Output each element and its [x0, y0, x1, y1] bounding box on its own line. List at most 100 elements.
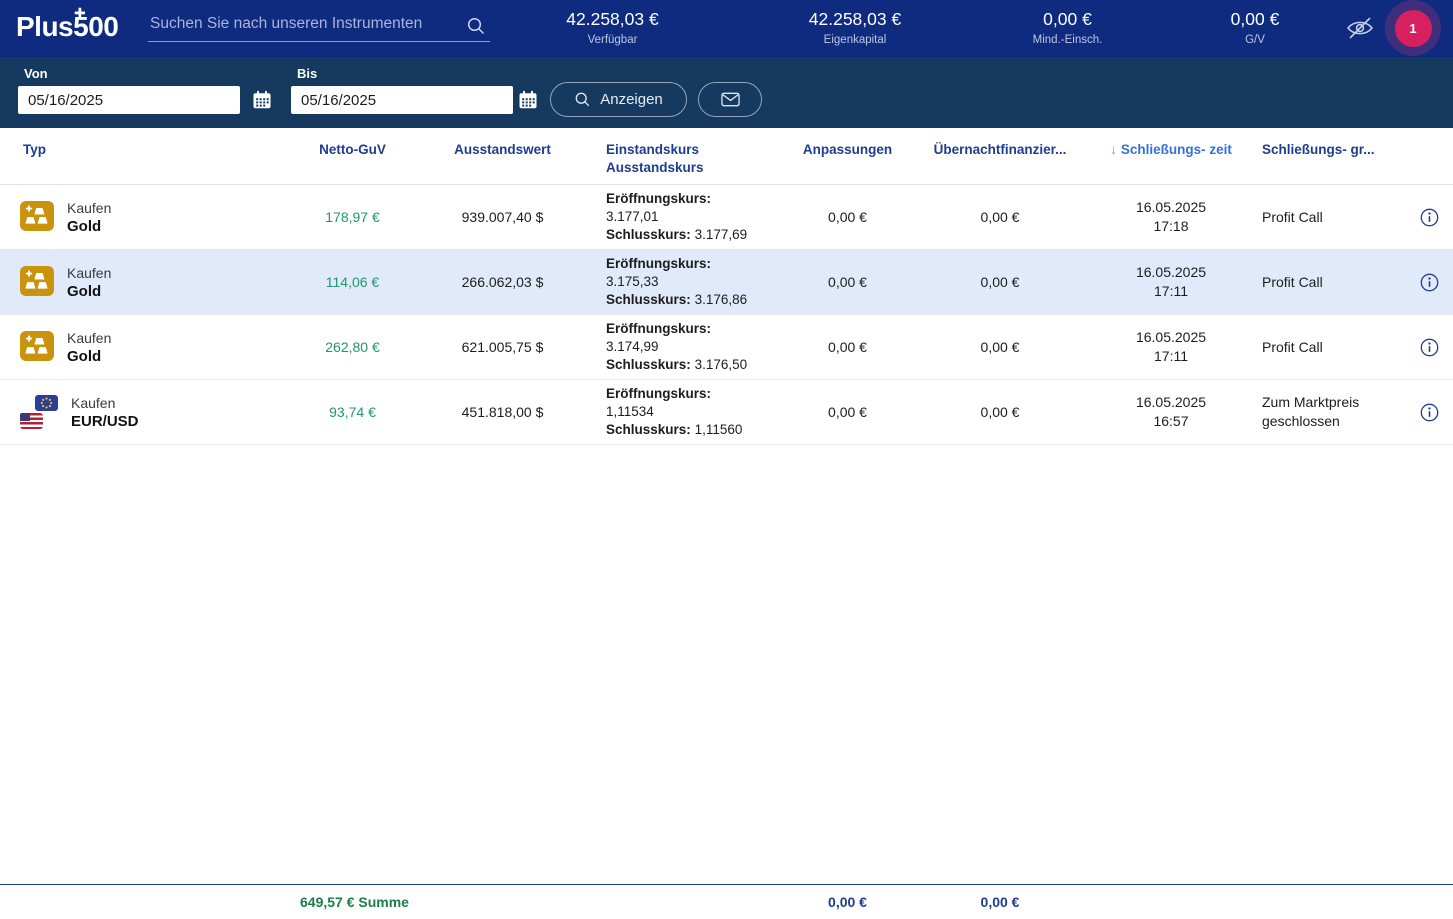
instrument-cell: Kaufen Gold — [0, 199, 300, 236]
position-action: Kaufen — [67, 199, 111, 217]
to-date-input[interactable] — [291, 86, 513, 114]
search-input[interactable] — [148, 12, 490, 42]
instrument-name: Gold — [67, 282, 111, 301]
table-row[interactable]: Kaufen EUR/USD 93,74 € 451.818,00 $ Eröf… — [0, 380, 1453, 445]
search-icon[interactable] — [466, 16, 486, 41]
anpassungen-value: 0,00 € — [775, 339, 920, 355]
stat-available-value: 42.258,03 € — [520, 9, 705, 30]
open-rate-value: 3.174,99 — [606, 338, 775, 356]
header-kurs[interactable]: Einstandskurs Ausstandskurs — [600, 128, 775, 184]
stat-equity-label: Eigenkapital — [760, 34, 950, 46]
close-reason: Profit Call — [1262, 273, 1405, 292]
instrument-text: Kaufen Gold — [67, 199, 111, 236]
stat-equity: 42.258,03 € Eigenkapital — [760, 9, 950, 46]
open-rate-value: 3.177,01 — [606, 208, 775, 226]
header-schliessungszeit[interactable]: ↓Schließungs- zeit — [1080, 128, 1262, 184]
table-row[interactable]: Kaufen Gold 114,06 € 266.062,03 $ Eröffn… — [0, 250, 1453, 315]
plus500-logo[interactable]: Plus500 ✚ — [16, 11, 118, 43]
table-row[interactable]: Kaufen Gold 262,80 € 621.005,75 $ Eröffn… — [0, 315, 1453, 380]
stat-margin-value: 0,00 € — [985, 9, 1150, 30]
uebernacht-value: 0,00 € — [920, 274, 1080, 290]
info-icon[interactable] — [1420, 208, 1439, 227]
notification-badge: 1 — [1395, 10, 1432, 47]
anpassungen-value: 0,00 € — [775, 404, 920, 420]
from-date-input[interactable] — [18, 86, 240, 114]
plus500-closed-positions-page: Plus500 ✚ 42.258,03 € Verfügbar 42.258,0… — [0, 0, 1453, 919]
show-button-label: Anzeigen — [600, 91, 663, 108]
close-time: 17:11 — [1080, 282, 1262, 301]
summary-uebernacht-total: 0,00 € — [920, 894, 1080, 910]
header-netto-guv[interactable]: Netto-GuV — [300, 128, 405, 184]
summary-netto-total: 649,57 € Summe — [300, 894, 405, 910]
show-button-search-icon — [574, 91, 591, 108]
close-time-cell: 16.05.2025 17:18 — [1080, 198, 1262, 236]
info-cell — [1405, 403, 1453, 422]
summary-summe-label: Summe — [358, 894, 409, 910]
top-bar: Plus500 ✚ 42.258,03 € Verfügbar 42.258,0… — [0, 0, 1453, 57]
close-time: 17:11 — [1080, 347, 1262, 366]
stat-pl-label: G/V — [1180, 34, 1330, 46]
header-uebernachtfinanzierung[interactable]: Übernachtfinanzier... — [920, 128, 1080, 184]
info-cell — [1405, 208, 1453, 227]
instrument-text: Kaufen Gold — [67, 264, 111, 301]
stat-pl: 0,00 € G/V — [1180, 9, 1330, 46]
uebernacht-value: 0,00 € — [920, 404, 1080, 420]
stat-available: 42.258,03 € Verfügbar — [520, 9, 705, 46]
anpassungen-value: 0,00 € — [775, 274, 920, 290]
close-rate-value: 1,11560 — [695, 422, 743, 437]
info-icon[interactable] — [1420, 338, 1439, 357]
open-rate-label: Eröffnungskurs: — [606, 386, 711, 401]
uebernacht-value: 0,00 € — [920, 339, 1080, 355]
anpassungen-value: 0,00 € — [775, 209, 920, 225]
eurusd-instrument-icon — [20, 395, 58, 429]
email-report-button[interactable] — [698, 82, 762, 117]
header-einstandskurs: Einstandskurs — [606, 141, 775, 159]
header-schliessungszeit-label: Schließungs- zeit — [1121, 142, 1232, 157]
stat-available-label: Verfügbar — [520, 34, 705, 46]
close-rate-value: 3.176,50 — [695, 357, 748, 372]
close-reason: Profit Call — [1262, 208, 1405, 227]
close-date: 16.05.2025 — [1080, 328, 1262, 347]
info-cell — [1405, 273, 1453, 292]
close-time: 17:18 — [1080, 217, 1262, 236]
netto-guv-value: 262,80 € — [300, 339, 405, 355]
header-anpassungen[interactable]: Anpassungen — [775, 128, 920, 184]
info-icon[interactable] — [1420, 273, 1439, 292]
close-date: 16.05.2025 — [1080, 198, 1262, 217]
instrument-cell: Kaufen Gold — [0, 264, 300, 301]
summary-anpassungen-total: 0,00 € — [775, 894, 920, 910]
from-calendar-icon[interactable] — [252, 90, 274, 112]
notifications-button[interactable]: 1 — [1385, 0, 1441, 56]
close-reason: Profit Call — [1262, 338, 1405, 357]
table-row[interactable]: Kaufen Gold 178,97 € 939.007,40 $ Eröffn… — [0, 185, 1453, 250]
close-reason: Zum Marktpreis geschlossen — [1262, 393, 1405, 431]
eye-slash-icon[interactable] — [1345, 15, 1377, 43]
instrument-cell: Kaufen Gold — [0, 329, 300, 366]
us-flag-icon — [20, 413, 43, 429]
info-icon[interactable] — [1420, 403, 1439, 422]
to-calendar-icon[interactable] — [518, 90, 540, 112]
netto-guv-value: 114,06 € — [300, 274, 405, 290]
stat-equity-value: 42.258,03 € — [760, 9, 950, 30]
close-time-cell: 16.05.2025 16:57 — [1080, 393, 1262, 431]
close-rate-label: Schlusskurs: — [606, 357, 691, 372]
kurs-cell: Eröffnungskurs: 3.177,01 Schlusskurs: 3.… — [600, 190, 775, 244]
position-action: Kaufen — [67, 329, 111, 347]
kurs-cell: Eröffnungskurs: 3.174,99 Schlusskurs: 3.… — [600, 320, 775, 374]
close-time: 16:57 — [1080, 412, 1262, 431]
ausstandswert-value: 939.007,40 $ — [405, 209, 600, 225]
show-button[interactable]: Anzeigen — [550, 82, 687, 117]
mail-icon — [721, 92, 740, 107]
to-date-label: Bis — [297, 66, 317, 81]
position-action: Kaufen — [67, 264, 111, 282]
stat-margin: 0,00 € Mind.-Einsch. — [985, 9, 1150, 46]
instrument-name: Gold — [67, 217, 111, 236]
kurs-cell: Eröffnungskurs: 3.175,33 Schlusskurs: 3.… — [600, 255, 775, 309]
close-time-cell: 16.05.2025 17:11 — [1080, 263, 1262, 301]
header-ausstandswert[interactable]: Ausstandswert — [405, 128, 600, 184]
gold-instrument-icon — [20, 266, 54, 299]
open-rate-label: Eröffnungskurs: — [606, 256, 711, 271]
header-schliessungsgrund[interactable]: Schließungs- gr... — [1262, 128, 1405, 184]
date-filter-bar: Von Bis — [0, 57, 1453, 128]
header-typ[interactable]: Typ — [0, 128, 300, 184]
